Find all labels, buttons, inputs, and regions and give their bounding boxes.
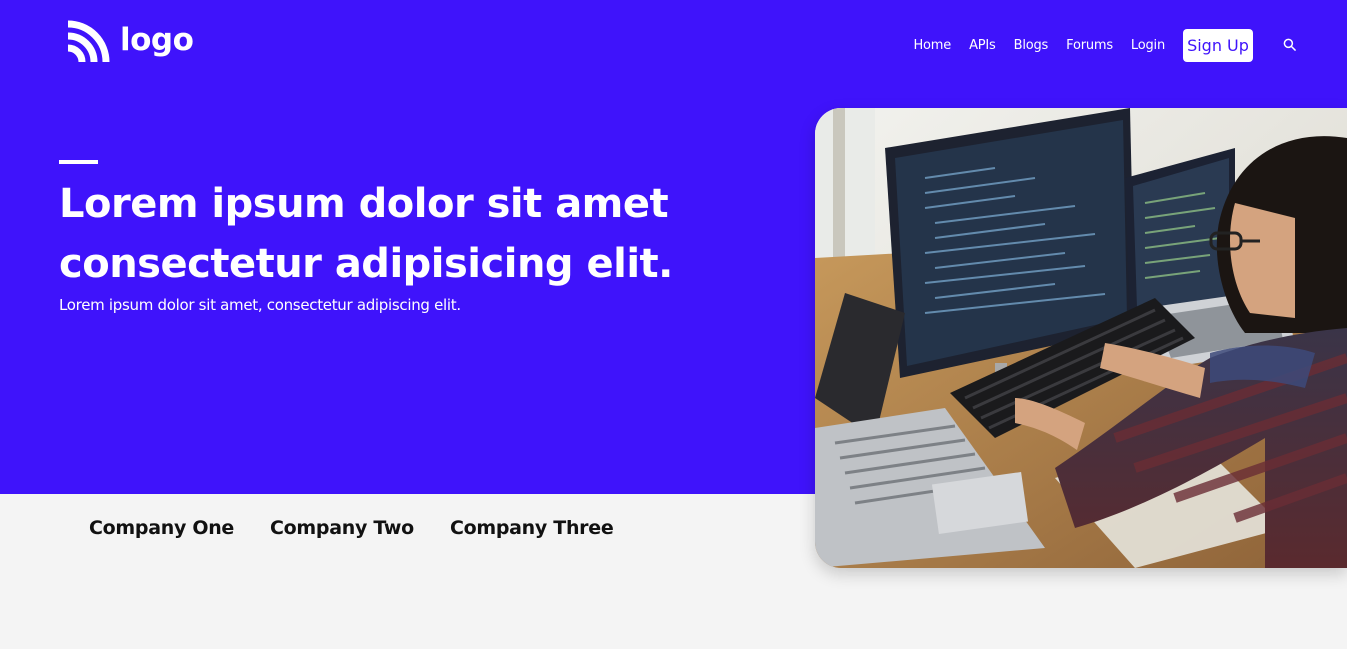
developer-workstation-photo — [815, 108, 1347, 568]
company-three: Company Three — [449, 517, 614, 539]
logo[interactable]: logo — [66, 20, 194, 64]
hero-headline: Lorem ipsum dolor sit amet consectetur a… — [59, 181, 673, 287]
main-nav: Home APIs Blogs Forums Login Sign Up — [913, 29, 1347, 62]
company-one: Company One — [89, 517, 235, 539]
logo-text: logo — [120, 21, 194, 58]
logo-icon — [67, 20, 110, 63]
nav-apis[interactable]: APIs — [969, 38, 996, 53]
nav-blogs[interactable]: Blogs — [1014, 38, 1049, 53]
company-list: Company One Company Two Company Three — [89, 517, 649, 539]
hero-subheadline: Lorem ipsum dolor sit amet, consectetur … — [59, 296, 461, 314]
search-icon[interactable] — [1283, 38, 1296, 51]
nav-forums[interactable]: Forums — [1066, 38, 1113, 53]
hero-image — [815, 108, 1347, 568]
nav-login[interactable]: Login — [1131, 38, 1165, 53]
signup-button[interactable]: Sign Up — [1183, 29, 1253, 62]
headline-accent-bar — [59, 160, 98, 164]
nav-home[interactable]: Home — [913, 38, 951, 53]
company-two: Company Two — [270, 517, 414, 539]
